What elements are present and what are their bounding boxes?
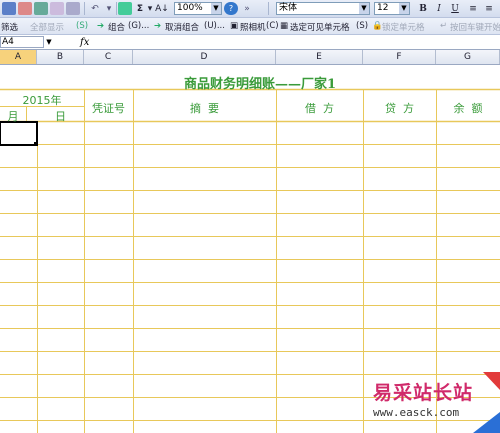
font-size-value: 12 [377,3,389,13]
standard-toolbar: ↶ ▾ Σ ▾ A↓ 100% ▼ ? » 宋体 ▼ 12 ▼ B I U ≡ … [0,0,500,18]
insert-function-button[interactable]: fx [80,35,89,49]
column-header-g[interactable]: G [436,50,500,64]
year-header: 2015年 [22,94,62,107]
autosum-dropdown-icon[interactable]: ▾ [146,2,154,15]
enter-move-icon: ↵ [440,21,448,31]
font-size-select[interactable]: 12 ▼ [374,2,410,15]
name-box-value: A4 [2,37,14,47]
camera-icon: ▣ [230,21,239,31]
column-header-d[interactable]: D [133,50,276,64]
active-cell[interactable] [0,121,38,146]
chevron-down-icon: ▼ [359,3,369,14]
underline-button[interactable]: U [448,2,462,15]
more-buttons-icon[interactable]: » [240,2,254,15]
ungroup-shortcut: (U)... [204,21,225,31]
permission-icon[interactable] [18,2,32,15]
watermark-title: 易采站长站 [373,382,474,404]
column-header-row: A B C D E F G [0,50,500,65]
camera-shortcut: (C) [266,21,279,31]
site-watermark: 易采站长站 www.easck.com [365,372,500,433]
print-preview-icon[interactable] [50,2,64,15]
font-name-value: 宋体 [279,3,298,13]
camera-button[interactable]: 照相机 [240,21,266,33]
copy-format-icon[interactable] [66,2,80,15]
column-header-a[interactable]: A [0,50,37,64]
zoom-value: 100% [177,3,203,13]
undo-icon[interactable]: ↶ [88,2,102,15]
autosum-button[interactable]: Σ [134,2,146,15]
select-visible-icon: ▦ [280,21,289,31]
help-icon[interactable]: ? [224,2,238,15]
column-header-f[interactable]: F [363,50,436,64]
chevron-down-icon: ▼ [399,3,409,14]
select-visible-shortcut: (S) [356,21,369,31]
align-left-icon[interactable]: ≡ [466,2,480,15]
fill-handle[interactable] [34,142,38,146]
column-header-c[interactable]: C [84,50,133,64]
day-header: 日 [55,110,66,123]
voucher-header: 凭证号 [92,102,125,115]
summary-header: 摘 要 [190,102,219,115]
debit-header: 借 方 [305,102,334,115]
ungroup-button[interactable]: 取消组合 [165,21,199,33]
sort-ascending-button[interactable]: A↓ [155,2,169,15]
zoom-select[interactable]: 100% ▼ [174,2,222,15]
name-box[interactable]: A4 [0,36,44,48]
italic-button[interactable]: I [432,2,446,15]
select-visible-button[interactable]: 选定可见单元格 [290,21,350,33]
hyperlink-icon[interactable] [118,2,132,15]
enter-move-button[interactable]: 按回车键开始 [450,21,500,33]
watermark-url: www.easck.com [373,406,460,419]
formula-input[interactable] [96,36,500,48]
save-icon[interactable] [2,2,16,15]
chevron-down-icon[interactable]: ▼ [44,36,54,48]
formula-bar: A4 ▼ fx [0,35,500,50]
ungroup-arrow-icon: ➔ [154,21,162,31]
credit-header: 贷 方 [385,102,414,115]
lock-cell-button[interactable]: 锁定单元格 [382,21,425,33]
font-name-select[interactable]: 宋体 ▼ [276,2,370,15]
month-header: 月 [7,110,19,123]
sheet-title: 商品财务明细账——厂家1 [183,77,337,92]
print-icon[interactable] [34,2,48,15]
group-arrow-icon: ➔ [97,21,105,31]
filter-button[interactable]: 筛选 [1,21,18,33]
lock-cell-icon: 🔒 [372,21,383,31]
column-header-b[interactable]: B [37,50,84,64]
chevron-down-icon: ▼ [211,3,221,14]
group-shortcut: (G)... [128,21,150,31]
bold-button[interactable]: B [416,2,430,15]
show-all-dropdown-icon: (S) [76,21,89,31]
show-all-button[interactable]: 全部显示 [30,21,64,33]
column-header-e[interactable]: E [276,50,363,64]
undo-dropdown-icon[interactable]: ▾ [102,2,116,15]
group-button[interactable]: 组合 [108,21,125,33]
custom-toolbar: 筛选 全部显示 (S) ➔ 组合 (G)... ➔ 取消组合 (U)... ▣ … [0,18,500,35]
balance-header: 余 额 [453,102,483,115]
align-center-icon[interactable]: ≡ [482,2,496,15]
